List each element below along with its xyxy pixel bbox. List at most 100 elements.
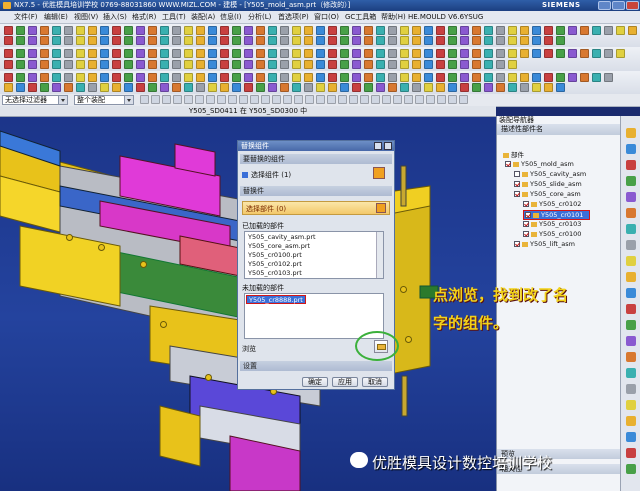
toolbar-tool-icon[interactable] — [196, 26, 205, 35]
resource-tab-icon[interactable] — [626, 144, 636, 154]
toolbar-tool-icon[interactable] — [208, 49, 217, 58]
toolbar-tool-icon[interactable] — [268, 60, 277, 69]
toolbar-tool-icon[interactable] — [424, 26, 433, 35]
checkbox-icon[interactable] — [523, 201, 529, 207]
toolbar-tool-icon[interactable] — [388, 73, 397, 82]
toolbar-tool-icon[interactable] — [112, 83, 121, 92]
close-button[interactable] — [626, 1, 639, 10]
toolbar-tool-icon[interactable] — [484, 49, 493, 58]
toolbar-tool-icon[interactable] — [388, 60, 397, 69]
toolbar-tool-icon[interactable] — [28, 73, 37, 82]
selection-tool-icon[interactable] — [239, 95, 248, 104]
menu-view[interactable]: 视图(V) — [74, 11, 98, 23]
tree-item[interactable]: Y505_mold_asm — [505, 160, 574, 168]
toolbar-tool-icon[interactable] — [88, 26, 97, 35]
toolbar-tool-icon[interactable] — [520, 26, 529, 35]
menu-information[interactable]: 信息(I) — [220, 11, 242, 23]
resource-tab-icon[interactable] — [626, 352, 636, 362]
tree-item[interactable]: Y505_core_asm — [514, 190, 581, 198]
tree-item[interactable]: Y505_cr0103 — [523, 220, 581, 228]
selection-tool-icon[interactable] — [305, 95, 314, 104]
toolbar-tool-icon[interactable] — [448, 36, 457, 45]
toolbar-tool-icon[interactable] — [256, 36, 265, 45]
selection-tool-icon[interactable] — [393, 95, 402, 104]
tree-item[interactable]: Y505_cr0102 — [523, 200, 581, 208]
toolbar-tool-icon[interactable] — [124, 36, 133, 45]
toolbar-tool-icon[interactable] — [376, 73, 385, 82]
toolbar-tool-icon[interactable] — [16, 36, 25, 45]
toolbar-tool-icon[interactable] — [64, 49, 73, 58]
toolbar-tool-icon[interactable] — [280, 26, 289, 35]
toolbar-tool-icon[interactable] — [364, 26, 373, 35]
tree-section[interactable]: 部件 — [503, 149, 524, 159]
toolbar-tool-icon[interactable] — [436, 49, 445, 58]
toolbar-tool-icon[interactable] — [40, 83, 49, 92]
toolbar-tool-icon[interactable] — [388, 36, 397, 45]
resource-tab-icon[interactable] — [626, 448, 636, 458]
toolbar-tool-icon[interactable] — [52, 83, 61, 92]
resource-tab-icon[interactable] — [626, 128, 636, 138]
toolbar-tool-icon[interactable] — [136, 36, 145, 45]
toolbar-tool-icon[interactable] — [208, 60, 217, 69]
toolbar-tool-icon[interactable] — [52, 73, 61, 82]
toolbar-tool-icon[interactable] — [520, 36, 529, 45]
toolbar-tool-icon[interactable] — [544, 36, 553, 45]
resource-tab-icon[interactable] — [626, 368, 636, 378]
toolbar-tool-icon[interactable] — [196, 49, 205, 58]
resource-tab-icon[interactable] — [626, 304, 636, 314]
toolbar-tool-icon[interactable] — [208, 73, 217, 82]
toolbar-tool-icon[interactable] — [532, 73, 541, 82]
selection-tool-icon[interactable] — [195, 95, 204, 104]
toolbar-tool-icon[interactable] — [28, 60, 37, 69]
toolbar-tool-icon[interactable] — [76, 26, 85, 35]
toolbar-tool-icon[interactable] — [172, 26, 181, 35]
tree-item[interactable]: Y505_cavity_asm — [514, 170, 586, 178]
toolbar-tool-icon[interactable] — [148, 26, 157, 35]
selection-tool-icon[interactable] — [459, 95, 468, 104]
toolbar-tool-icon[interactable] — [544, 26, 553, 35]
toolbar-tool-icon[interactable] — [148, 36, 157, 45]
toolbar-tool-icon[interactable] — [388, 83, 397, 92]
toolbar-tool-icon[interactable] — [304, 36, 313, 45]
toolbar-tool-icon[interactable] — [340, 83, 349, 92]
toolbar-tool-icon[interactable] — [472, 36, 481, 45]
selection-tool-icon[interactable] — [404, 95, 413, 104]
toolbar-tool-icon[interactable] — [292, 73, 301, 82]
checkbox-icon[interactable] — [523, 221, 529, 227]
toolbar-tool-icon[interactable] — [328, 83, 337, 92]
toolbar-tool-icon[interactable] — [496, 60, 505, 69]
toolbar-tool-icon[interactable] — [472, 60, 481, 69]
menu-analysis[interactable]: 分析(L) — [248, 11, 271, 23]
toolbar-tool-icon[interactable] — [388, 49, 397, 58]
toolbar-tool-icon[interactable] — [484, 83, 493, 92]
toolbar-tool-icon[interactable] — [28, 36, 37, 45]
toolbar-tool-icon[interactable] — [112, 36, 121, 45]
toolbar-tool-icon[interactable] — [148, 83, 157, 92]
toolbar-tool-icon[interactable] — [220, 83, 229, 92]
toolbar-tool-icon[interactable] — [460, 73, 469, 82]
toolbar-tool-icon[interactable] — [64, 73, 73, 82]
toolbar-tool-icon[interactable] — [352, 36, 361, 45]
toolbar-tool-icon[interactable] — [148, 60, 157, 69]
toolbar-tool-icon[interactable] — [544, 73, 553, 82]
selection-tool-icon[interactable] — [338, 95, 347, 104]
list-item[interactable]: Y505_cr0102.prt — [248, 260, 302, 268]
toolbar-tool-icon[interactable] — [316, 60, 325, 69]
toolbar-tool-icon[interactable] — [472, 83, 481, 92]
toolbar-tool-icon[interactable] — [4, 83, 13, 92]
menu-assemblies[interactable]: 装配(A) — [191, 11, 215, 23]
toolbar-tool-icon[interactable] — [40, 26, 49, 35]
toolbar-tool-icon[interactable] — [424, 60, 433, 69]
toolbar-tool-icon[interactable] — [220, 60, 229, 69]
toolbar-tool-icon[interactable] — [556, 83, 565, 92]
checkbox-icon[interactable] — [525, 212, 531, 218]
toolbar-tool-icon[interactable] — [340, 60, 349, 69]
toolbar-tool-icon[interactable] — [412, 73, 421, 82]
toolbar-tool-icon[interactable] — [412, 60, 421, 69]
toolbar-tool-icon[interactable] — [220, 49, 229, 58]
toolbar-tool-icon[interactable] — [88, 60, 97, 69]
toolbar-tool-icon[interactable] — [208, 26, 217, 35]
toolbar-tool-icon[interactable] — [592, 73, 601, 82]
resource-tab-icon[interactable] — [626, 400, 636, 410]
resource-tab-icon[interactable] — [626, 336, 636, 346]
